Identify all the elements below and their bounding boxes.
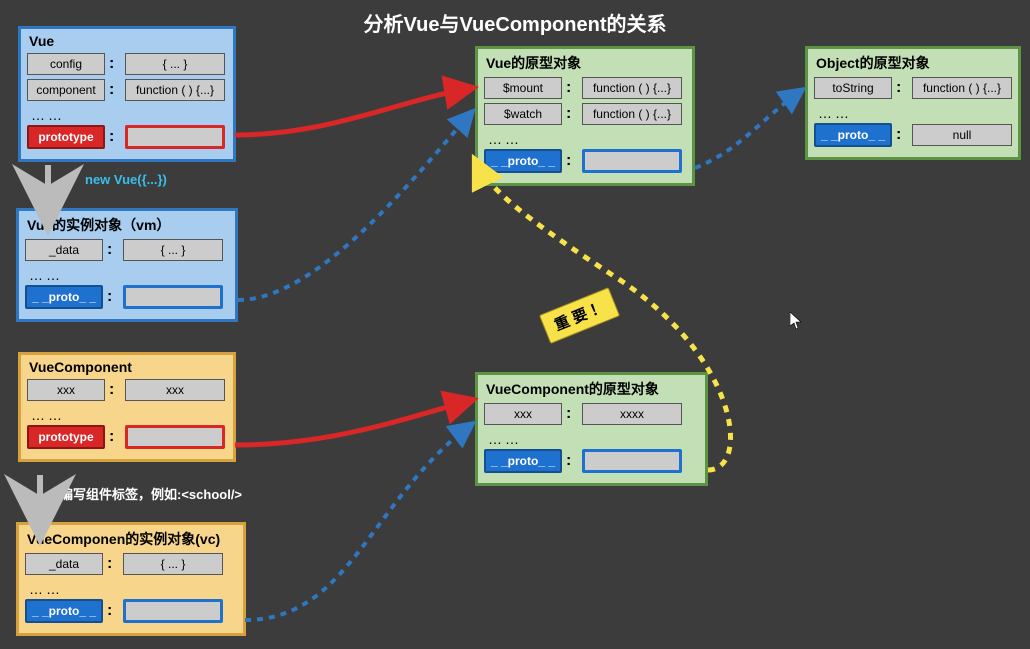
cell-key: component [27,79,105,101]
proto-label: _ _proto_ _ [484,149,562,173]
colon: : [107,555,119,573]
proto-label: _ _proto_ _ [25,285,103,309]
colon: : [566,79,578,97]
ellipsis: …… [25,265,229,285]
box-title: VueComponen的实例对象(vc) [25,529,237,549]
annotation-write-tag: 编写组件标签，例如:<school/> [60,484,242,503]
colon: : [107,602,119,620]
arrow-vue-prototype [235,88,472,135]
prototype-label: prototype [27,425,105,449]
proto-row: _ _proto_ _ : [484,449,699,473]
colon: : [566,405,578,423]
cell-key: toString [814,77,892,99]
cell-key: xxx [484,403,562,425]
prototype-value [125,425,225,449]
table-row: xxx : xxx [27,379,227,401]
box-vuecomponent-prototype: VueComponent的原型对象 xxx : xxxx …… _ _proto… [475,372,708,486]
cell-key: $watch [484,103,562,125]
cell-val: function ( ) {...} [125,79,225,101]
proto-row: _ _proto_ _ : [25,599,237,623]
colon: : [896,79,908,97]
ellipsis: …… [27,405,227,425]
arrow-vc-inst-proto [245,424,472,620]
box-title: Vue的原型对象 [484,53,686,73]
arrow-vc-prototype [235,400,472,445]
table-row: toString : function ( ) {...} [814,77,1012,99]
box-vue: Vue config : { ... } component : functio… [18,26,236,162]
box-vue-prototype: Vue的原型对象 $mount : function ( ) {...} $wa… [475,46,695,186]
proto-row: prototype : [27,125,227,149]
prototype-value [125,125,225,149]
proto-label: _ _proto_ _ [484,449,562,473]
proto-value [123,285,223,309]
cell-key: xxx [27,379,105,401]
box-object-prototype: Object的原型对象 toString : function ( ) {...… [805,46,1021,160]
prototype-label: prototype [27,125,105,149]
table-row: _data : { ... } [25,553,237,575]
page-title: 分析Vue与VueComponent的关系 [364,8,667,37]
table-row: component : function ( ) {...} [27,79,227,101]
badge-important: 重 要 ！ [539,287,620,344]
table-row: xxx : xxxx [484,403,699,425]
cell-key: _data [25,239,103,261]
colon: : [109,81,121,99]
cell-val: { ... } [125,53,225,75]
proto-label: _ _proto_ _ [814,123,892,147]
proto-value-null: null [912,124,1012,146]
box-vue-title: Vue [27,33,227,49]
box-title: VueComponent [27,359,227,375]
proto-row: _ _proto_ _ : null [814,123,1012,147]
cell-val: xxx [125,379,225,401]
colon: : [107,288,119,306]
box-vuecomponent: VueComponent xxx : xxx …… prototype : [18,352,236,462]
box-title: VueComponent的原型对象 [484,379,699,399]
proto-value [123,599,223,623]
colon: : [566,105,578,123]
ellipsis: …… [27,105,227,125]
mouse-cursor-icon [790,312,804,332]
ellipsis: …… [484,129,686,149]
cell-val: xxxx [582,403,682,425]
colon: : [566,452,578,470]
proto-row: prototype : [27,425,227,449]
box-vm: Vue的实例对象（vm） _data : { ... } …… _ _proto… [16,208,238,322]
arrow-vueproto-proto [695,90,802,168]
colon: : [109,55,121,73]
cell-key: _data [25,553,103,575]
colon: : [109,128,121,146]
cell-val: function ( ) {...} [582,103,682,125]
cell-val: function ( ) {...} [912,77,1012,99]
arrow-vm-proto [238,112,472,300]
box-vc-instance: VueComponen的实例对象(vc) _data : { ... } …… … [16,522,246,636]
colon: : [107,241,119,259]
ellipsis: …… [484,429,699,449]
cell-val: { ... } [123,239,223,261]
table-row: config : { ... } [27,53,227,75]
table-row: $watch : function ( ) {...} [484,103,686,125]
proto-row: _ _proto_ _ : [25,285,229,309]
cell-val: { ... } [123,553,223,575]
proto-value [582,449,682,473]
cell-key: $mount [484,77,562,99]
annotation-new-vue: new Vue({...}) [85,172,167,187]
cell-key: config [27,53,105,75]
cell-val: function ( ) {...} [582,77,682,99]
colon: : [566,152,578,170]
ellipsis: …… [814,103,1012,123]
table-row: _data : { ... } [25,239,229,261]
box-title: Vue的实例对象（vm） [25,215,229,235]
colon: : [109,428,121,446]
ellipsis: …… [25,579,237,599]
proto-value [582,149,682,173]
proto-label: _ _proto_ _ [25,599,103,623]
table-row: $mount : function ( ) {...} [484,77,686,99]
colon: : [109,381,121,399]
box-title: Object的原型对象 [814,53,1012,73]
colon: : [896,126,908,144]
proto-row: _ _proto_ _ : [484,149,686,173]
